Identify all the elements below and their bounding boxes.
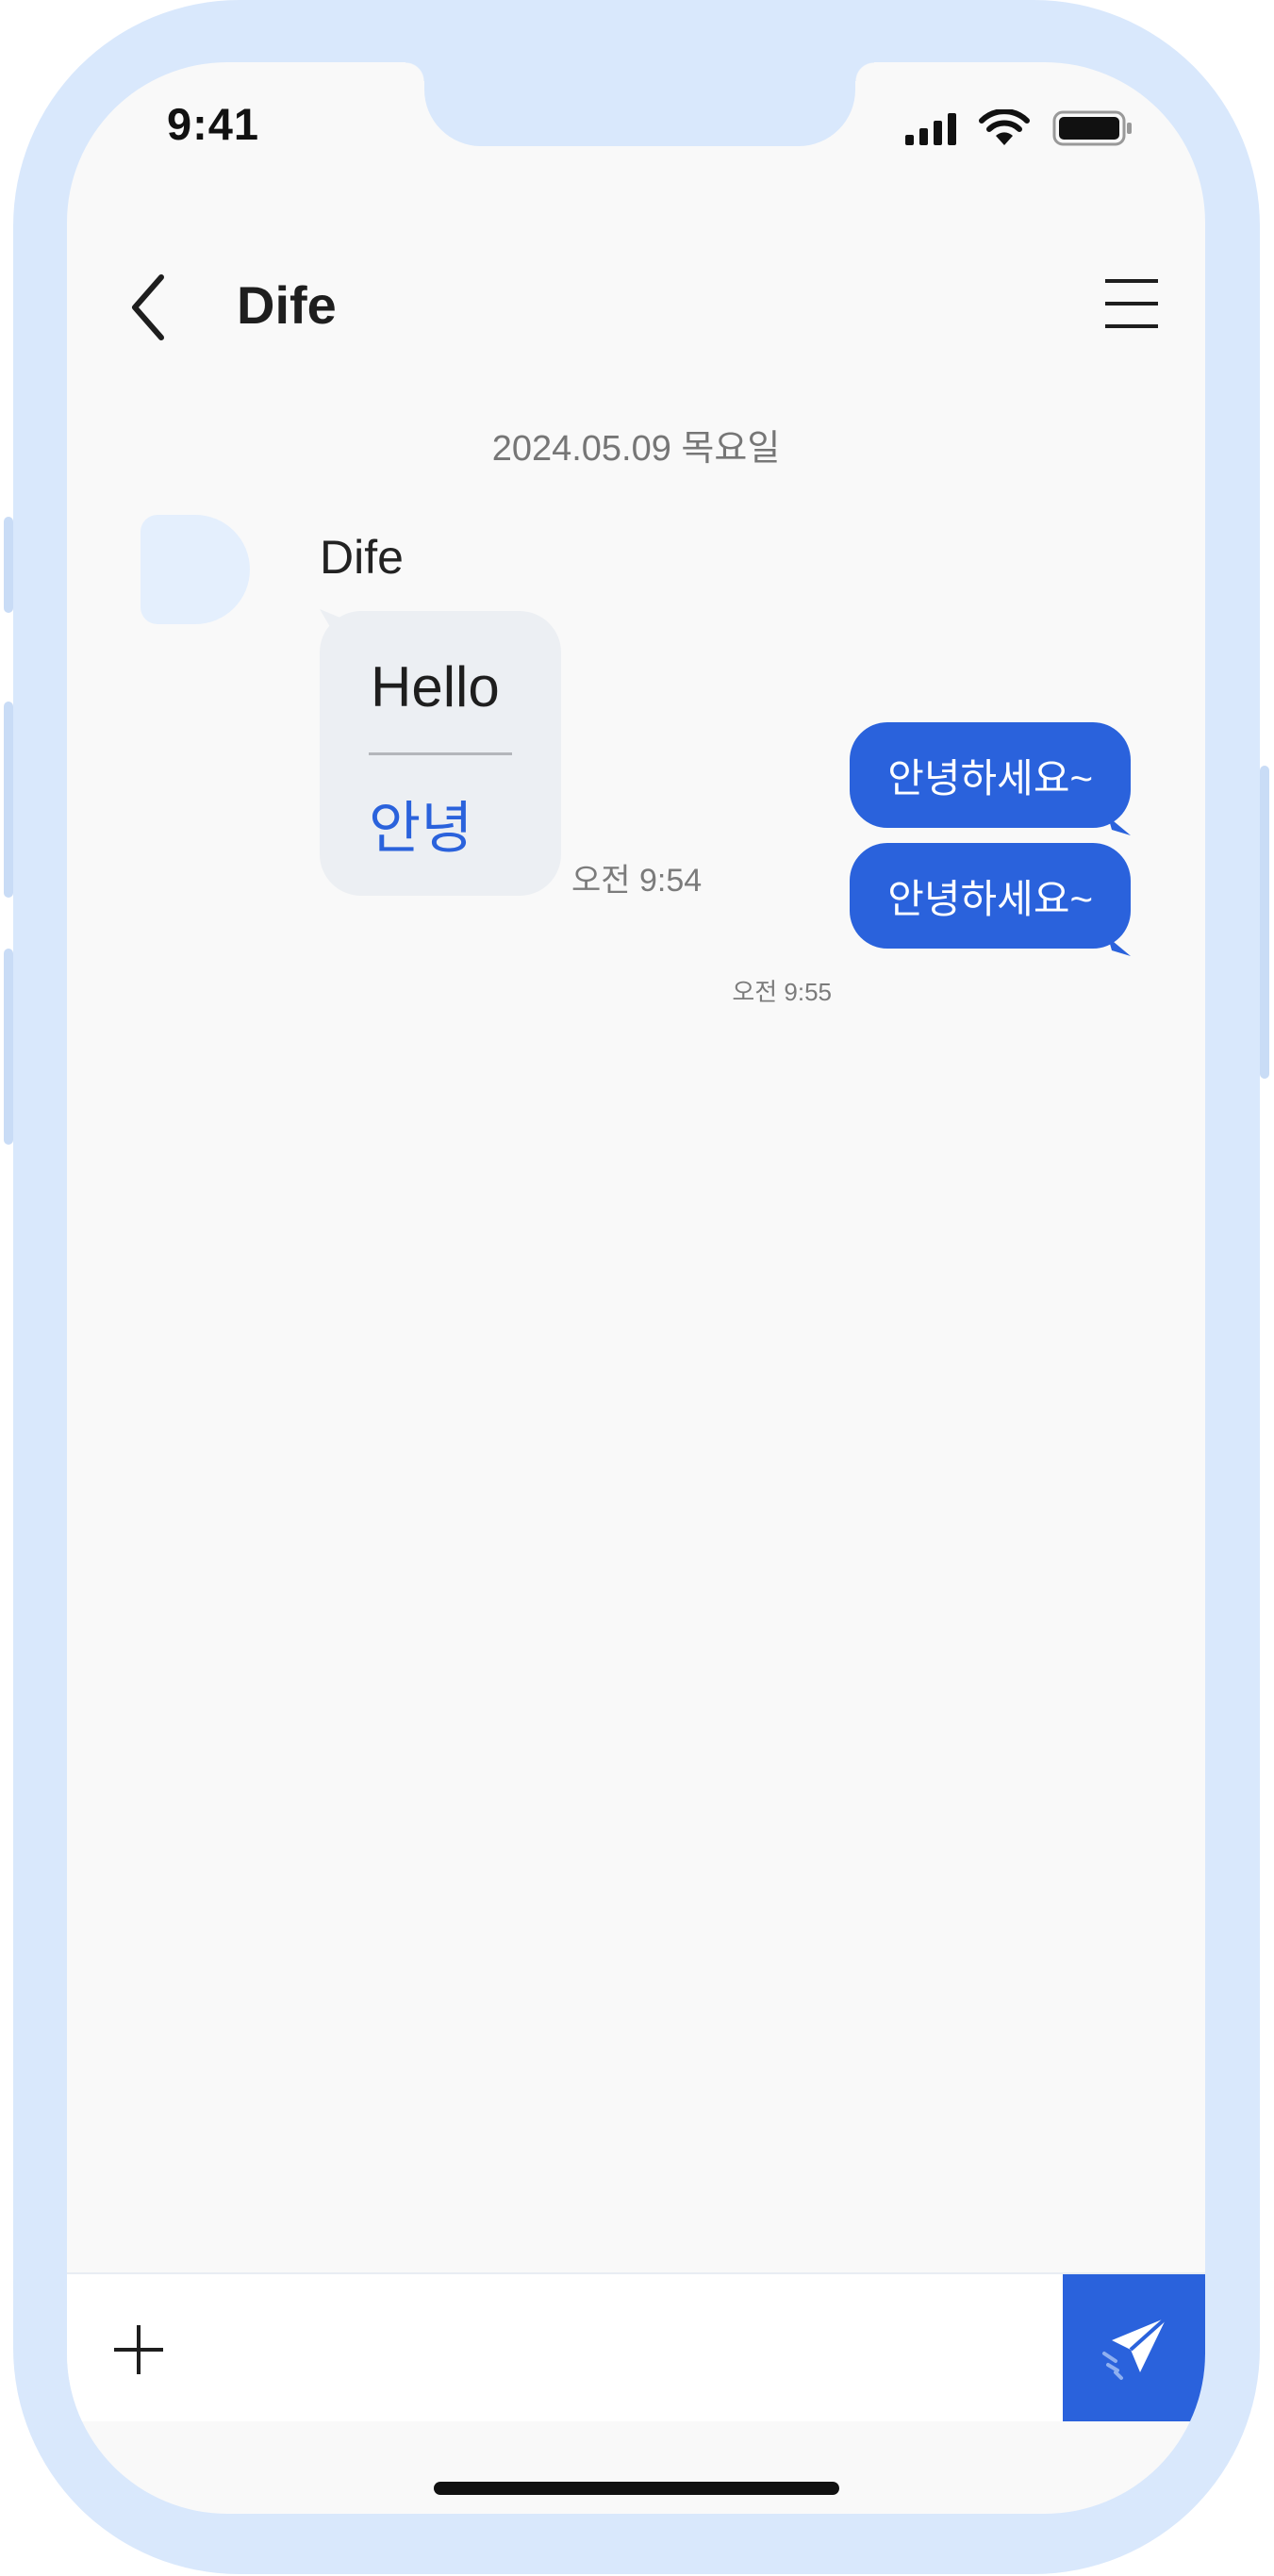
chat-date: 2024.05.09 목요일: [491, 429, 781, 469]
hamburger-menu-icon[interactable]: [1103, 275, 1160, 332]
sent-bubble-tail: [1108, 937, 1131, 956]
translation-divider: [369, 752, 512, 755]
sent-message-bubble[interactable]: 안녕하세요~: [850, 722, 1131, 828]
wifi-icon: [979, 109, 1030, 145]
side-button-volume-up: [4, 702, 13, 898]
battery-icon: [1052, 110, 1132, 146]
chat-title: Dife: [237, 275, 337, 335]
notch: [405, 62, 874, 146]
message-input-bar[interactable]: [67, 2272, 1205, 2421]
sender-name: Dife: [320, 531, 404, 584]
sent-bubble-tail: [1108, 817, 1131, 835]
side-button-mute: [4, 517, 13, 613]
status-time: 9:41: [167, 99, 260, 149]
status-icons: [905, 109, 1133, 147]
plus-icon[interactable]: [112, 2323, 165, 2376]
send-button[interactable]: [1063, 2274, 1205, 2421]
received-message-time: 오전 9:54: [571, 863, 703, 899]
phone-screen: 9:41 Dife 2024.05.09 목요일 Dife Hello 안녕 오…: [67, 62, 1205, 2514]
received-message-bubble[interactable]: Hello 안녕: [320, 611, 561, 896]
paper-plane-icon: [1101, 2316, 1167, 2380]
received-message-translation: 안녕: [369, 797, 473, 860]
side-button-power: [1260, 766, 1269, 1079]
avatar[interactable]: [141, 515, 250, 624]
sent-message-time: 오전 9:55: [732, 978, 832, 1006]
back-chevron-icon[interactable]: [124, 270, 180, 345]
signal-icon: [905, 111, 956, 145]
side-button-volume-down: [4, 949, 13, 1145]
received-message-original: Hello: [371, 655, 500, 718]
sent-message-bubble[interactable]: 안녕하세요~: [850, 843, 1131, 949]
home-indicator[interactable]: [434, 2482, 839, 2495]
chat-header: Dife: [67, 241, 1205, 355]
